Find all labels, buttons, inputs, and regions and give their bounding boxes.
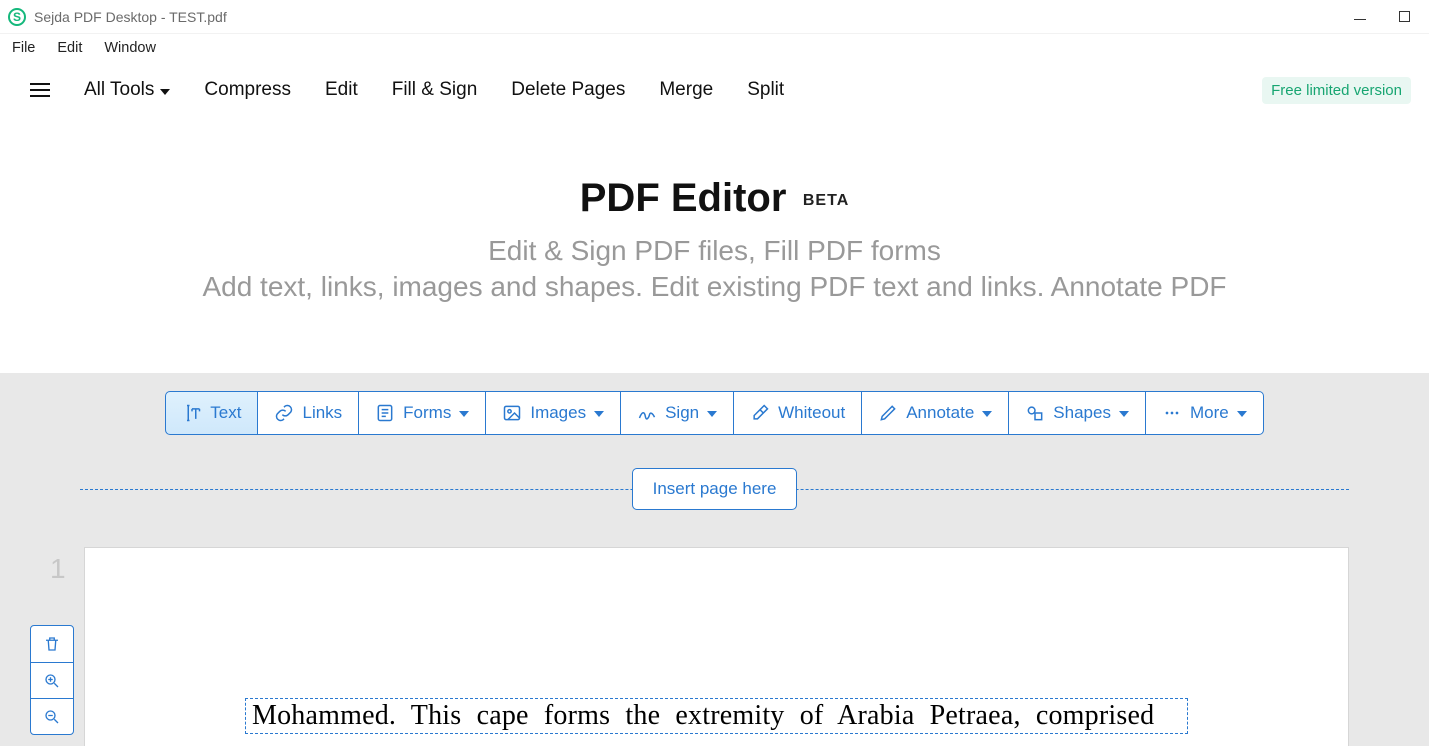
merge-button[interactable]: Merge [659,79,713,101]
chevron-down-icon [1119,411,1129,417]
window-controls [1353,10,1421,24]
menu-window[interactable]: Window [104,40,156,56]
edit-button[interactable]: Edit [325,79,358,101]
split-button[interactable]: Split [747,79,784,101]
tool-sign-button[interactable]: Sign [620,391,734,435]
signature-icon [637,403,657,423]
eraser-icon [750,403,770,423]
text-cursor-icon [182,403,202,423]
chevron-down-icon [459,411,469,417]
page-number: 1 [50,553,66,585]
chevron-down-icon [1237,411,1247,417]
editor-actionbar: Text Links Forms Images Sign [0,391,1429,435]
form-icon [375,403,395,423]
hamburger-icon[interactable] [30,83,50,97]
tool-links-button[interactable]: Links [257,391,359,435]
zoom-out-button[interactable] [31,698,73,734]
insert-page-button[interactable]: Insert page here [632,468,798,510]
menu-edit[interactable]: Edit [57,40,82,56]
all-tools-button[interactable]: All Tools [84,79,170,101]
tool-forms-button[interactable]: Forms [358,391,486,435]
app-toolbar: All Tools Compress Edit Fill & Sign Dele… [0,62,1429,118]
fill-sign-button[interactable]: Fill & Sign [392,79,478,101]
menu-file[interactable]: File [12,40,35,56]
pencil-icon [878,403,898,423]
delete-pages-button[interactable]: Delete Pages [511,79,625,101]
zoom-in-icon [43,672,61,690]
menubar: File Edit Window [0,34,1429,62]
page-wrapper: 1 Mohammed. This cape forms the extremit… [80,547,1349,746]
tool-text-button[interactable]: Text [165,391,258,435]
chevron-down-icon [982,411,992,417]
image-icon [502,403,522,423]
hero: PDF Editor BETA Edit & Sign PDF files, F… [0,118,1429,373]
tool-shapes-button[interactable]: Shapes [1008,391,1146,435]
tool-images-button[interactable]: Images [485,391,621,435]
delete-page-button[interactable] [31,626,73,662]
pdf-page[interactable]: Mohammed. This cape forms the extremity … [84,547,1349,746]
trash-icon [43,635,61,653]
tool-whiteout-button[interactable]: Whiteout [733,391,862,435]
hero-subtitle-2: Add text, links, images and shapes. Edit… [0,271,1429,303]
minimize-button[interactable] [1353,10,1367,24]
window-title: Sejda PDF Desktop - TEST.pdf [34,9,227,25]
ellipsis-icon [1162,403,1182,423]
page-title: PDF Editor [580,176,787,221]
minimize-icon [1354,19,1366,20]
chevron-down-icon [160,89,170,95]
maximize-button[interactable] [1397,10,1411,24]
chevron-down-icon [594,411,604,417]
insert-page-row: Insert page here [80,467,1349,511]
version-badge: Free limited version [1262,77,1411,104]
maximize-icon [1399,11,1410,22]
editable-text-block[interactable]: Mohammed. This cape forms the extremity … [245,698,1188,734]
tool-annotate-button[interactable]: Annotate [861,391,1009,435]
app-logo-icon: S [8,8,26,26]
zoom-controls [30,625,74,735]
hero-subtitle-1: Edit & Sign PDF files, Fill PDF forms [0,235,1429,267]
tool-more-button[interactable]: More [1145,391,1264,435]
chevron-down-icon [707,411,717,417]
editor-area: Text Links Forms Images Sign [0,373,1429,746]
shapes-icon [1025,403,1045,423]
zoom-in-button[interactable] [31,662,73,698]
all-tools-label: All Tools [84,79,154,101]
link-icon [274,403,294,423]
compress-button[interactable]: Compress [204,79,291,101]
zoom-out-icon [43,708,61,726]
beta-badge: BETA [803,192,849,209]
titlebar: S Sejda PDF Desktop - TEST.pdf [0,0,1429,34]
